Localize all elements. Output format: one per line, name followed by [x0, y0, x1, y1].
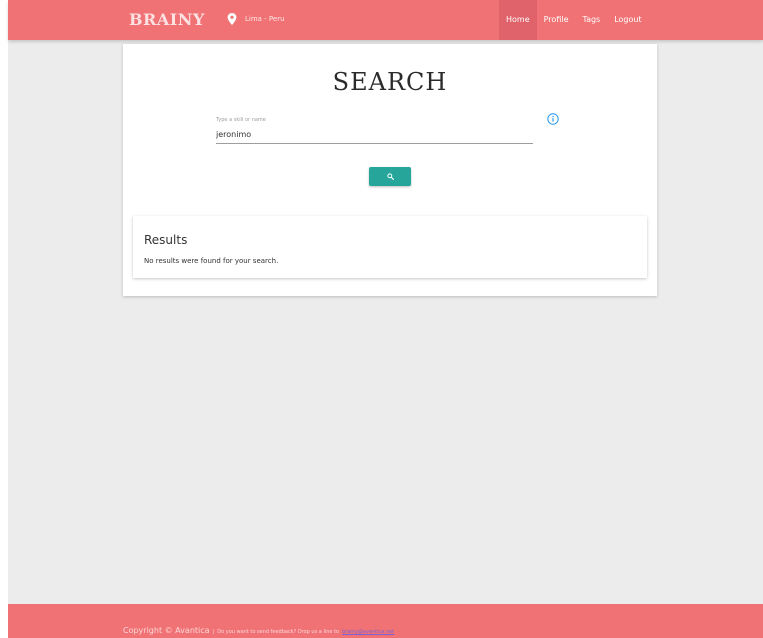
top-navbar: BRAINY Lima - Peru Home Profile Tags Log…	[8, 0, 763, 40]
brand-logo[interactable]: BRAINY	[129, 10, 205, 29]
results-message: No results were found for your search.	[144, 257, 279, 265]
nav-tags[interactable]: Tags	[576, 0, 608, 40]
search-input[interactable]	[216, 125, 533, 144]
location-pin-icon	[227, 13, 237, 25]
nav-links: Home Profile Tags Logout	[499, 0, 649, 40]
footer-text: Copyright © Avantica | Do you want to se…	[123, 626, 394, 635]
page-title: SEARCH	[332, 68, 448, 96]
footer-separator: |	[212, 629, 215, 635]
nav-logout[interactable]: Logout	[607, 0, 648, 40]
page: BRAINY Lima - Peru Home Profile Tags Log…	[8, 0, 763, 638]
location-text: Lima - Peru	[245, 15, 285, 23]
search-field-label: Type a skill or name	[216, 117, 266, 123]
copyright-text: Copyright © Avantica	[123, 626, 210, 635]
results-panel: Results No results were found for your s…	[133, 216, 647, 278]
results-title: Results	[144, 233, 188, 247]
feedback-text: Do you want to send feedback? Drop us a …	[217, 629, 340, 635]
nav-home[interactable]: Home	[499, 0, 537, 40]
search-icon	[386, 173, 394, 180]
feedback-email-link[interactable]: brainy@avantica.net	[342, 629, 394, 635]
search-card: SEARCH Type a skill or name Results No r…	[123, 44, 657, 296]
info-icon[interactable]	[547, 113, 559, 125]
location: Lima - Peru	[227, 13, 285, 25]
search-button[interactable]	[369, 167, 411, 186]
nav-profile[interactable]: Profile	[537, 0, 576, 40]
footer: Copyright © Avantica | Do you want to se…	[8, 604, 763, 638]
